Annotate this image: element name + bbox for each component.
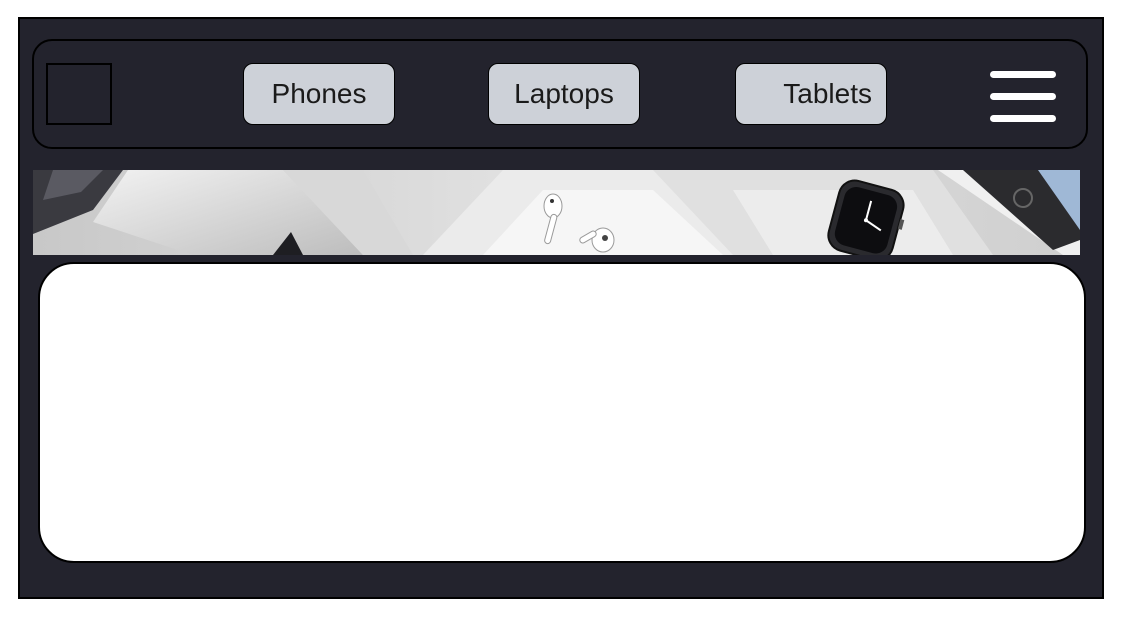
banner-image [33,170,1080,255]
menu-line [990,115,1056,122]
device-products-banner [33,170,1080,255]
navigation-bar: Phones Laptops Tablets [32,39,1088,149]
nav-button-laptops[interactable]: Laptops [488,63,640,125]
app-frame: Phones Laptops Tablets [18,17,1104,599]
hamburger-menu-icon[interactable] [990,71,1056,123]
logo-placeholder-icon[interactable] [46,63,112,125]
content-card [38,262,1086,563]
nav-button-tablets[interactable]: Tablets [735,63,887,125]
menu-line [990,93,1056,100]
menu-line [990,71,1056,78]
nav-button-phones[interactable]: Phones [243,63,395,125]
